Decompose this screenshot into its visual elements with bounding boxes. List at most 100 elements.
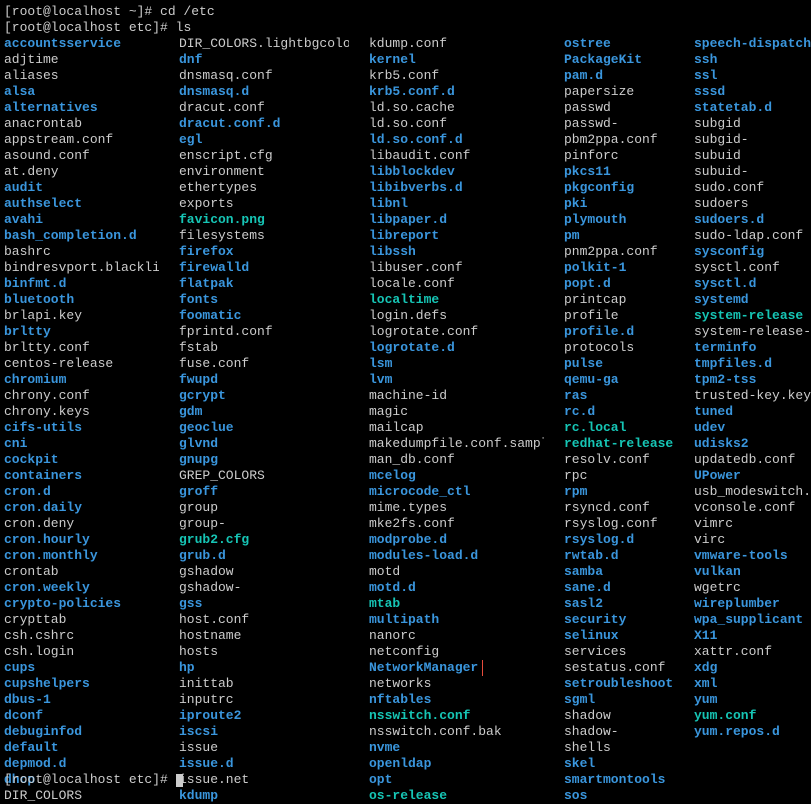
ls-entry: microcode_ctl — [369, 484, 544, 500]
ls-entry: papersize — [564, 84, 674, 100]
ls-entry-name: rsyslog.d — [564, 532, 634, 547]
ls-entry: exports — [179, 196, 349, 212]
ls-entry: redhat-release — [564, 436, 674, 452]
ls-entry: rwtab.d — [564, 548, 674, 564]
ls-entry: sasl2 — [564, 596, 674, 612]
ls-entry: ethertypes — [179, 180, 349, 196]
ls-entry-name: alternatives — [4, 100, 98, 115]
ls-entry: udev — [694, 420, 811, 436]
ls-entry-name: at.deny — [4, 164, 59, 179]
ls-entry-name: protocols — [564, 340, 634, 355]
ls-entry-name: subgid — [694, 116, 741, 131]
ls-entry-name: tpm2-tss — [694, 372, 756, 387]
ls-entry: aliases — [4, 68, 159, 84]
ls-entry-name: papersize — [564, 84, 634, 99]
ls-entry-name: alsa — [4, 84, 35, 99]
ls-entry-name: xattr.conf — [694, 644, 772, 659]
ls-entry: vconsole.conf — [694, 500, 811, 516]
ls-entry: tpm2-tss — [694, 372, 811, 388]
ls-entry: multipath — [369, 612, 544, 628]
ls-entry: vulkan — [694, 564, 811, 580]
ls-entry: tmpfiles.d — [694, 356, 811, 372]
ls-entry-name: sgml — [564, 692, 595, 707]
ls-entry-name: crypttab — [4, 612, 66, 627]
ls-entry: egl — [179, 132, 349, 148]
ls-entry: ssh — [694, 52, 811, 68]
ls-entry: vimrc — [694, 516, 811, 532]
ls-entry: subuid- — [694, 164, 811, 180]
ls-entry-name: nsswitch.conf — [369, 708, 470, 723]
ls-entry-name: grub.d — [179, 548, 226, 563]
ls-entry-name: sasl2 — [564, 596, 603, 611]
ls-entry: kernel — [369, 52, 544, 68]
ls-entry-name: polkit-1 — [564, 260, 626, 275]
ls-entry: libibverbs.d — [369, 180, 544, 196]
ls-entry-name: brlapi.key — [4, 308, 82, 323]
ls-entry-name: system-release-cpe — [694, 324, 811, 339]
ls-entry: sssd — [694, 84, 811, 100]
ls-entry-name: rsyslog.conf — [564, 516, 658, 531]
ls-entry-name: mtab — [369, 596, 400, 611]
ls-entry: yum — [694, 692, 811, 708]
ls-entry: centos-release — [4, 356, 159, 372]
ls-entry: localtime — [369, 292, 544, 308]
ls-entry: openldap — [369, 756, 544, 772]
ls-entry-name: vulkan — [694, 564, 741, 579]
ls-entry: ostree — [564, 36, 674, 52]
ls-entry: libaudit.conf — [369, 148, 544, 164]
ls-entry-name: terminfo — [694, 340, 756, 355]
ls-entry: virc — [694, 532, 811, 548]
ls-entry-name: ld.so.conf — [369, 116, 447, 131]
ls-entry-name: libnl — [369, 196, 408, 211]
ls-entry-name: DIR_COLORS.lightbgcolor — [179, 36, 349, 51]
ls-entry-name: lsm — [369, 356, 392, 371]
ls-entry-name: kdump.conf — [369, 36, 447, 51]
ls-entry-name: mime.types — [369, 500, 447, 515]
ls-entry-name: mke2fs.conf — [369, 516, 455, 531]
ls-entry-name: yum — [694, 692, 717, 707]
ls-entry: pulse — [564, 356, 674, 372]
ls-entry: ssl — [694, 68, 811, 84]
ls-entry: crontab — [4, 564, 159, 580]
ls-entry-name: smartmontools — [564, 772, 665, 787]
ls-entry-name: setroubleshoot — [564, 676, 673, 691]
ls-entry: sgml — [564, 692, 674, 708]
ls-entry-name: nanorc — [369, 628, 416, 643]
ls-entry: gss — [179, 596, 349, 612]
ls-entry-name: magic — [369, 404, 408, 419]
ls-entry-name: foomatic — [179, 308, 241, 323]
ls-entry-name: cron.hourly — [4, 532, 90, 547]
ls-entry-name: mailcap — [369, 420, 424, 435]
ls-entry: fwupd — [179, 372, 349, 388]
ls-entry: issue — [179, 740, 349, 756]
ls-entry: skel — [564, 756, 674, 772]
ls-entry-name: sssd — [694, 84, 725, 99]
ls-entry: rc.d — [564, 404, 674, 420]
ls-entry-name: glvnd — [179, 436, 218, 451]
ls-entry-name: pulse — [564, 356, 603, 371]
ls-entry: services — [564, 644, 674, 660]
ls-entry: inputrc — [179, 692, 349, 708]
ls-entry: passwd- — [564, 116, 674, 132]
ls-entry: krb5.conf — [369, 68, 544, 84]
ls-entry: plymouth — [564, 212, 674, 228]
shell-command: ls — [176, 20, 192, 35]
ls-entry: inittab — [179, 676, 349, 692]
ls-entry-name: fstab — [179, 340, 218, 355]
ls-entry: default — [4, 740, 159, 756]
ls-entry-name: default — [4, 740, 59, 755]
ls-entry-name: brltty — [4, 324, 51, 339]
ls-entry: iproute2 — [179, 708, 349, 724]
ls-entry: cron.d — [4, 484, 159, 500]
ls-entry-name: chromium — [4, 372, 66, 387]
ls-entry-name: passwd — [564, 100, 611, 115]
ls-entry-name: hostname — [179, 628, 241, 643]
prompt-line-2: [root@localhost etc]# ls — [4, 20, 807, 36]
ls-entry: samba — [564, 564, 674, 580]
ls-entry: fuse.conf — [179, 356, 349, 372]
ls-entry-name: rpc — [564, 468, 587, 483]
ls-entry-name: qemu-ga — [564, 372, 619, 387]
ls-entry-name: libaudit.conf — [369, 148, 470, 163]
ls-entry: fonts — [179, 292, 349, 308]
ls-entry-name: tmpfiles.d — [694, 356, 772, 371]
